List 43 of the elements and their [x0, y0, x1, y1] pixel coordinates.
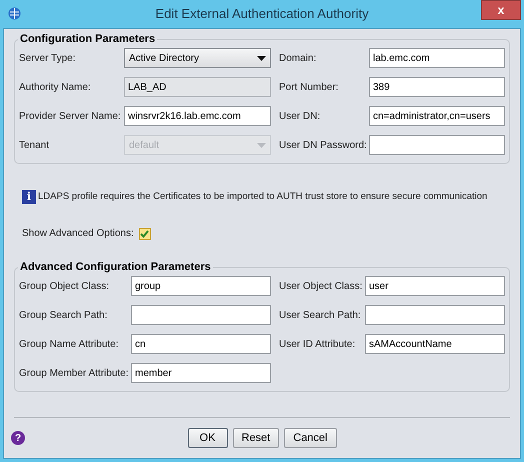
field-label: Group Search Path: [19, 308, 108, 323]
dialog-button[interactable]: Cancel [284, 428, 336, 448]
input-field[interactable]: winsrvr2k16.lab.emc.com [124, 106, 271, 126]
field-label: User Object Class: [279, 280, 364, 294]
input-field[interactable]: cn=administrator,cn=users [369, 106, 505, 126]
field-label: Port Number: [279, 80, 340, 94]
field-label: User DN: [279, 110, 322, 124]
group-title: Configuration Parameters [18, 31, 158, 48]
globe-icon [8, 7, 21, 20]
field-label: User ID Attribute: [279, 338, 356, 352]
field-label: Server Type: [19, 52, 77, 66]
field-label: Group Member Attribute: [19, 366, 130, 381]
input-field[interactable] [369, 135, 505, 155]
field-label: Authority Name: [19, 80, 92, 94]
help-icon[interactable]: ? [11, 431, 25, 445]
field-label: Group Name Attribute: [19, 338, 120, 352]
input-field[interactable]: sAMAccountName [365, 334, 505, 354]
input-field[interactable]: 389 [369, 77, 505, 97]
input-field[interactable]: group [131, 276, 271, 296]
caret-icon [257, 56, 266, 60]
info-icon: i [22, 190, 36, 204]
check-icon [140, 230, 150, 238]
input-field[interactable] [131, 305, 271, 326]
input-field[interactable]: member [131, 363, 271, 384]
info-message: LDAPS profile requires the Certificates to be imported to AUTH trust store to ensure secure communication [38, 190, 488, 204]
field-label: User Search Path: [279, 308, 362, 323]
field-label: User DN Password: [279, 138, 368, 152]
input-field[interactable]: cn [131, 334, 271, 354]
field-label: Provider Server Name: [19, 110, 122, 124]
input-field[interactable]: user [365, 276, 505, 296]
input-field[interactable] [365, 305, 505, 326]
dialog-button[interactable]: Reset [232, 428, 280, 448]
checkbox[interactable] [138, 228, 151, 240]
window-title: Edit External Authentication Authority [155, 5, 369, 24]
checkbox-label: Show Advanced Options: [22, 227, 134, 242]
input-field[interactable]: lab.emc.com [369, 48, 505, 68]
field-label: Domain: [279, 52, 318, 66]
caret-icon [257, 142, 266, 148]
dropdown[interactable]: Active Directory [124, 48, 271, 68]
dialog-button[interactable]: OK [188, 428, 228, 448]
field-label: Group Object Class: [19, 280, 110, 294]
close-button[interactable]: x [481, 0, 521, 20]
field-label: Tenant [19, 138, 50, 152]
